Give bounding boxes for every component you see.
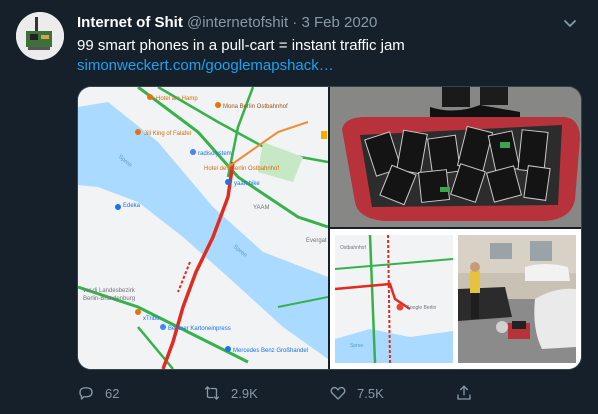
handle[interactable]: @internetofshit [187, 14, 288, 31]
svg-text:YAAM: YAAM [253, 205, 270, 211]
retweet-button[interactable]: 2.9K [203, 384, 329, 402]
tweet-header: Internet of Shit @internetofshit · 3 Feb… [77, 13, 377, 33]
share-icon [457, 385, 471, 400]
svg-text:Mona Berlin Ostbahnhof: Mona Berlin Ostbahnhof [223, 104, 288, 110]
reply-count: 62 [105, 385, 120, 401]
svg-text:Google Berlin: Google Berlin [406, 305, 437, 311]
avatar[interactable] [16, 12, 64, 60]
svg-text:Mercedes Benz Großhandel: Mercedes Benz Großhandel [233, 348, 308, 354]
svg-text:radisolystem: radisolystem [198, 151, 232, 157]
svg-text:Berlin-Brandenburg: Berlin-Brandenburg [83, 296, 135, 302]
svg-text:Ostbahnhof: Ostbahnhof [340, 245, 366, 251]
reply-icon [79, 387, 93, 400]
tweet[interactable]: Internet of Shit @internetofshit · 3 Feb… [0, 0, 598, 414]
tweet-text: 99 smart phones in a pull-cart = instant… [77, 36, 557, 76]
display-name[interactable]: Internet of Shit [77, 14, 183, 31]
like-count: 7.5K [357, 385, 384, 401]
media-map-and-street[interactable]: Google Berlin Spree Ostbahnhof [330, 229, 581, 369]
media-cart-photo[interactable] [330, 87, 581, 227]
svg-text:Evergat: Evergat [306, 238, 327, 244]
retweet-count: 2.9K [231, 385, 258, 401]
tweet-actions: 62 2.9K 7.5K [77, 380, 582, 406]
map-image: Hotel am Hamp Mona Berlin Ostbahnhof Jil… [78, 87, 328, 369]
chevron-down-icon [564, 20, 576, 27]
more-options-button[interactable] [560, 13, 580, 33]
svg-text:Jill King of Falafel: Jill King of Falafel [144, 131, 191, 137]
like-button[interactable]: 7.5K [329, 384, 455, 402]
tweet-link[interactable]: simonweckert.com/googlemapshack… [77, 57, 334, 74]
retweet-icon [204, 386, 220, 400]
circuit-board-icon [16, 12, 64, 60]
svg-text:Hotel des Berlin Ostbahnhof: Hotel des Berlin Ostbahnhof [204, 166, 279, 172]
svg-text:xTribo: xTribo [143, 316, 160, 322]
svg-text:ver.di Landesbezirk: ver.di Landesbezirk [83, 288, 136, 294]
media-map-left[interactable]: Hotel am Hamp Mona Berlin Ostbahnhof Jil… [78, 87, 328, 369]
map-street-image: Google Berlin Spree Ostbahnhof [330, 229, 581, 369]
reply-button[interactable]: 62 [77, 384, 203, 402]
tweet-date[interactable]: 3 Feb 2020 [301, 14, 377, 31]
share-button[interactable] [455, 384, 581, 402]
svg-text:yaambike: yaambike [234, 181, 260, 187]
svg-text:Spree: Spree [350, 343, 364, 349]
svg-text:Hotel am Hamp: Hotel am Hamp [156, 96, 198, 102]
tweet-body: 99 smart phones in a pull-cart = instant… [77, 37, 405, 54]
separator: · [292, 14, 298, 31]
media-grid: Hotel am Hamp Mona Berlin Ostbahnhof Jil… [77, 86, 582, 370]
svg-text:Berliner Kartoneinpress: Berliner Kartoneinpress [168, 326, 231, 332]
cart-photo-image [330, 87, 581, 227]
svg-text:Edeka: Edeka [123, 203, 141, 209]
heart-icon [330, 386, 346, 400]
